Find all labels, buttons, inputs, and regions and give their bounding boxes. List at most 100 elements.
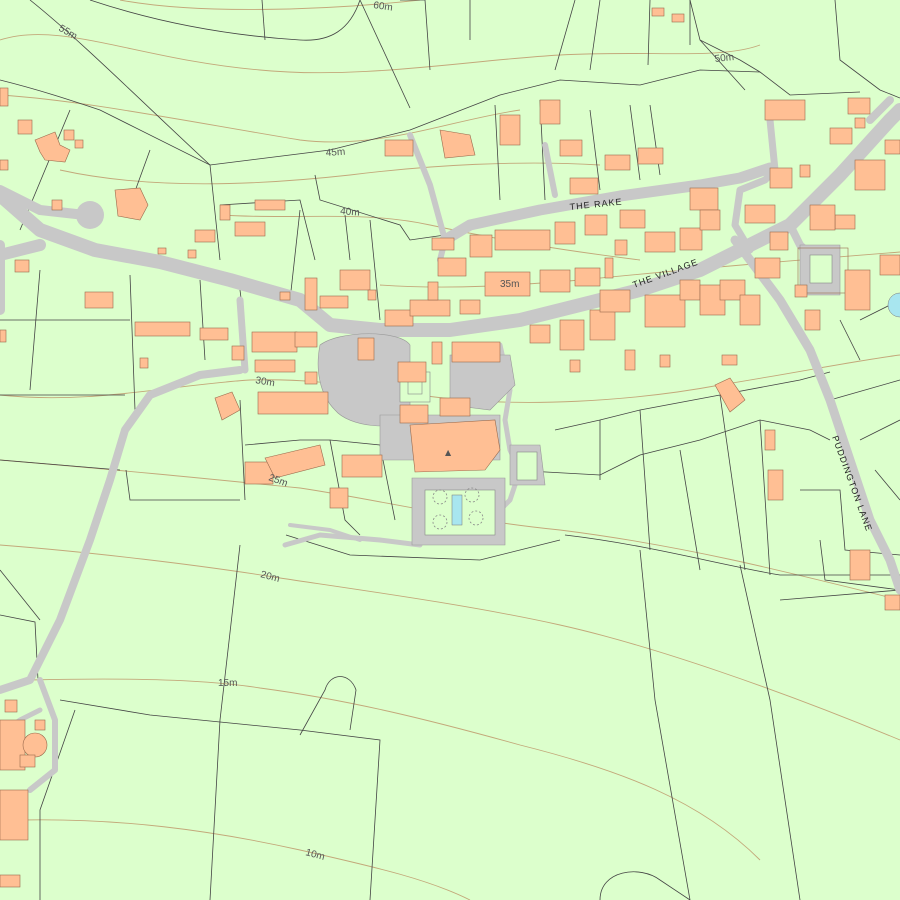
building (764, 429, 776, 451)
building (63, 129, 75, 141)
building (469, 234, 493, 258)
building (427, 281, 439, 301)
building (329, 487, 349, 509)
building (844, 269, 871, 311)
building (397, 361, 427, 383)
building (754, 257, 781, 279)
contour-label: 50m (714, 52, 734, 65)
building (589, 309, 616, 341)
building (74, 139, 84, 149)
contour-label: 45m (325, 147, 345, 159)
building (584, 214, 608, 236)
building (744, 204, 776, 224)
building (294, 331, 318, 348)
building (187, 249, 197, 259)
building (804, 309, 821, 331)
building (854, 117, 866, 129)
building (279, 291, 291, 301)
building (809, 204, 836, 231)
building (339, 269, 371, 291)
building (431, 341, 443, 365)
building (0, 329, 7, 343)
building (194, 229, 216, 243)
building (399, 404, 429, 424)
building (679, 227, 703, 251)
building (794, 284, 808, 298)
building (637, 147, 664, 165)
building (767, 469, 784, 501)
building (459, 299, 481, 315)
building (51, 199, 63, 211)
building (254, 359, 296, 373)
building (651, 7, 665, 17)
building (604, 154, 631, 171)
building (4, 699, 18, 713)
building (0, 874, 21, 888)
building (0, 159, 9, 171)
building-tank (22, 732, 48, 758)
building (0, 789, 29, 841)
building (644, 294, 686, 328)
building (134, 321, 191, 337)
building (879, 254, 900, 276)
garden-plot (516, 451, 538, 481)
building (451, 341, 501, 363)
building (34, 719, 46, 731)
contour-label: 15m (218, 678, 237, 689)
building (721, 354, 738, 366)
building (251, 331, 298, 353)
building (0, 87, 9, 107)
building (199, 327, 229, 341)
building (231, 345, 245, 361)
building (569, 177, 599, 195)
building (139, 357, 149, 369)
building (739, 294, 761, 326)
building (304, 277, 318, 311)
building (799, 164, 811, 178)
building (659, 354, 671, 368)
building (529, 324, 551, 344)
building (384, 309, 414, 327)
contour-label: 40m (340, 206, 360, 219)
building (574, 267, 601, 287)
building (19, 754, 36, 768)
building (689, 187, 719, 211)
building (624, 349, 636, 371)
building (829, 127, 853, 145)
water-pool (451, 494, 463, 526)
building (157, 247, 167, 255)
building (17, 119, 33, 135)
building (614, 239, 628, 256)
building (437, 257, 467, 277)
building (304, 371, 318, 385)
building (559, 319, 585, 351)
map-svg[interactable]: 60m 55m 50m 45m 40m 35m 30m 25m 20m 15m … (0, 0, 900, 900)
building (644, 231, 676, 253)
building (254, 199, 286, 211)
road-turning-circle (76, 201, 104, 229)
building (769, 167, 793, 189)
building (699, 209, 721, 231)
building (14, 259, 30, 273)
building (84, 291, 114, 309)
building (219, 204, 231, 221)
building (257, 391, 329, 415)
building (357, 337, 375, 361)
building (409, 419, 501, 473)
building (539, 99, 561, 125)
building (604, 257, 614, 279)
building (539, 269, 571, 293)
building (849, 549, 871, 581)
building (409, 299, 451, 317)
building (554, 221, 576, 245)
building (494, 229, 551, 251)
building (384, 139, 414, 157)
garden-plot (809, 254, 833, 284)
building (559, 139, 583, 157)
building (764, 99, 806, 121)
contour-label: 35m (500, 279, 519, 290)
building (341, 454, 383, 478)
building (671, 13, 685, 23)
map-canvas[interactable]: 60m 55m 50m 45m 40m 35m 30m 25m 20m 15m … (0, 0, 900, 900)
building (569, 359, 581, 373)
